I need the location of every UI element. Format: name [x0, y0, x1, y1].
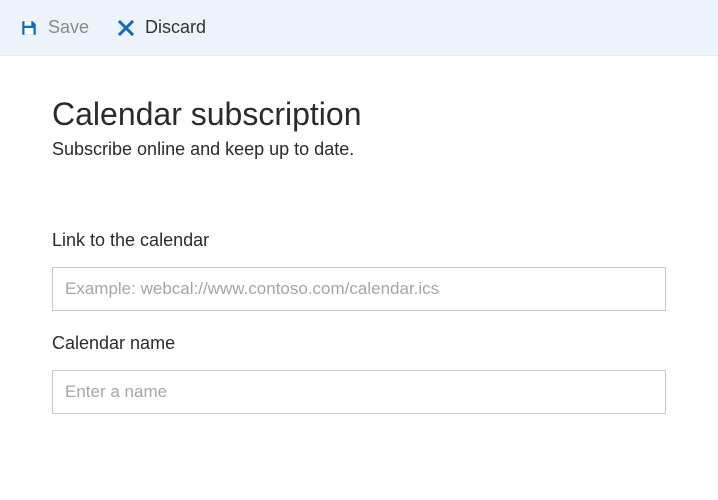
- discard-button[interactable]: Discard: [117, 17, 206, 38]
- toolbar: Save Discard: [0, 0, 718, 56]
- save-label: Save: [48, 17, 89, 38]
- save-icon: [20, 19, 38, 37]
- save-button[interactable]: Save: [20, 17, 89, 38]
- page-title: Calendar subscription: [52, 96, 666, 133]
- page-subtitle: Subscribe online and keep up to date.: [52, 139, 666, 160]
- calendar-link-input[interactable]: [52, 267, 666, 311]
- name-field-label: Calendar name: [52, 333, 666, 354]
- discard-label: Discard: [145, 17, 206, 38]
- calendar-name-input[interactable]: [52, 370, 666, 414]
- content-area: Calendar subscription Subscribe online a…: [0, 56, 718, 436]
- close-icon: [117, 19, 135, 37]
- link-field-label: Link to the calendar: [52, 230, 666, 251]
